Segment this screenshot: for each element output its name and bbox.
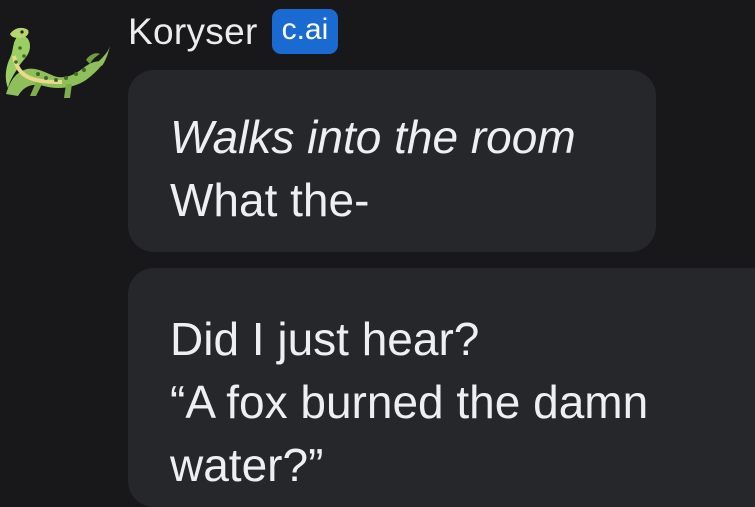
character-name[interactable]: Koryser <box>128 13 258 50</box>
message-bubble[interactable]: Walks into the room What the- <box>128 70 656 252</box>
message-line: “A fox burned the damn <box>170 376 649 428</box>
avatar[interactable] <box>0 16 112 100</box>
message-line: water?” <box>170 439 324 491</box>
dragon-avatar-icon <box>0 16 112 100</box>
message-header: Koryser c.ai <box>128 6 339 56</box>
message-line: Did I just hear? <box>170 313 480 365</box>
message-line: What the- <box>170 174 370 226</box>
message-line: Walks into the room <box>170 111 576 163</box>
message-bubble[interactable]: Did I just hear? “A fox burned the damn … <box>128 268 755 507</box>
cai-badge: c.ai <box>271 8 339 54</box>
